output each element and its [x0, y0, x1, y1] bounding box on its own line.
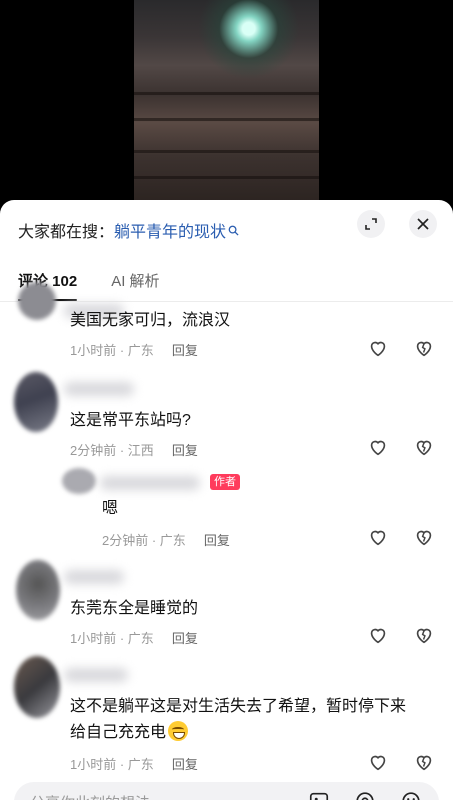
comment-time-location: 1小时前 · 广东 — [70, 757, 154, 772]
grin-emoji-icon — [168, 721, 189, 741]
heart-icon[interactable] — [367, 526, 389, 548]
comment-item: 这是常平东站吗? 2分钟前 · 江西 回复 — [0, 372, 453, 468]
close-icon — [417, 218, 429, 230]
avatar[interactable] — [14, 372, 58, 432]
reply-button[interactable]: 回复 — [204, 530, 230, 549]
broken-heart-icon[interactable] — [413, 751, 435, 773]
comment-text: 这不是躺平这是对生活失去了希望，暂时停下来 — [70, 698, 407, 715]
comment-time-location: 2分钟前 · 广东 — [102, 533, 186, 548]
comment-time: 1小时前 — [70, 631, 117, 646]
comment-location: 广东 — [127, 343, 154, 358]
comment-text: 这是常平东站吗? — [70, 412, 191, 429]
broken-heart-icon[interactable] — [413, 436, 435, 458]
broken-heart-icon[interactable] — [413, 337, 435, 359]
comment-meta: 2分钟前 · 广东 回复 — [102, 530, 230, 549]
search-term[interactable]: 躺平青年的现状 — [114, 218, 226, 242]
comment-text: 嗯 — [102, 500, 119, 517]
username-blurred[interactable] — [64, 570, 124, 584]
username-blurred[interactable] — [64, 382, 134, 396]
comment-time-location: 2分钟前 · 江西 — [70, 443, 154, 458]
search-prefix: 大家都在搜： — [18, 224, 115, 241]
reply-button[interactable]: 回复 — [172, 440, 198, 459]
comment-location: 江西 — [127, 443, 154, 458]
comment-input-placeholder[interactable]: 分享你此刻的想法 — [30, 792, 150, 800]
comment-location: 广东 — [127, 631, 154, 646]
comment-list[interactable]: 美国无家可归，流浪汉 1小时前 · 广东 回复 这是常平东站吗? 2分钟前 · … — [0, 282, 453, 800]
comment-time: 1小时前 — [70, 757, 117, 772]
reply-button[interactable]: 回复 — [172, 628, 198, 647]
avatar[interactable] — [18, 282, 56, 320]
comment-text-cont: 给自己充充电 — [70, 724, 167, 741]
comment-meta: 2分钟前 · 江西 回复 — [70, 440, 198, 459]
comment-time: 2分钟前 — [102, 533, 149, 548]
comment-item: 东莞东全是睡觉的 1小时前 · 广东 回复 — [0, 560, 453, 656]
tab-ai-analysis[interactable]: AI 解析 — [111, 270, 159, 301]
avatar[interactable] — [14, 656, 60, 718]
comment-meta: 1小时前 · 广东 回复 — [70, 754, 198, 773]
video-frame[interactable] — [134, 0, 319, 205]
comment-text: 美国无家可归，流浪汉 — [70, 312, 231, 329]
heart-icon[interactable] — [367, 624, 389, 646]
close-button[interactable] — [409, 210, 437, 238]
comment-time-location: 1小时前 · 广东 — [70, 631, 154, 646]
comment-location: 广东 — [127, 757, 154, 772]
heart-icon[interactable] — [367, 337, 389, 359]
image-icon[interactable] — [308, 790, 330, 800]
heart-icon[interactable] — [367, 436, 389, 458]
at-icon[interactable] — [354, 790, 376, 800]
comment-time: 1小时前 — [70, 343, 117, 358]
heart-icon[interactable] — [367, 751, 389, 773]
comment-meta: 1小时前 · 广东 回复 — [70, 628, 198, 647]
author-badge: 作者 — [210, 474, 240, 490]
broken-heart-icon[interactable] — [413, 624, 435, 646]
comment-time-location: 1小时前 · 广东 — [70, 343, 154, 358]
comment-item: 这不是躺平这是对生活失去了希望，暂时停下来 给自己充充电 1小时前 · 广东 回… — [0, 656, 453, 780]
reply-button[interactable]: 回复 — [172, 754, 198, 773]
comment-meta: 1小时前 · 广东 回复 — [70, 340, 198, 359]
expand-button[interactable] — [357, 210, 385, 238]
comment-input-bar[interactable]: 分享你此刻的想法 — [14, 782, 439, 800]
expand-icon — [365, 218, 377, 230]
comment-text-line2: 给自己充充电 — [70, 720, 189, 746]
comment-sheet: 大家都在搜： 躺平青年的现状 评论 102 AI 解析 美国无家可归，流浪汉 1 — [0, 200, 453, 800]
reply-button[interactable]: 回复 — [172, 340, 198, 359]
comment-location: 广东 — [159, 533, 186, 548]
comment-text: 东莞东全是睡觉的 — [70, 600, 199, 617]
avatar[interactable] — [62, 468, 96, 494]
username-blurred[interactable] — [64, 668, 128, 682]
emoji-icon[interactable] — [400, 790, 422, 800]
username-blurred[interactable] — [100, 476, 200, 490]
reply-item: 作者 嗯 2分钟前 · 广东 回复 — [0, 468, 453, 560]
search-icon — [228, 225, 239, 236]
comment-item: 美国无家可归，流浪汉 1小时前 · 广东 回复 — [0, 282, 453, 366]
broken-heart-icon[interactable] — [413, 526, 435, 548]
comment-time: 2分钟前 — [70, 443, 117, 458]
avatar[interactable] — [16, 560, 60, 620]
video-area[interactable] — [0, 0, 453, 210]
search-suggestion[interactable]: 大家都在搜： 躺平青年的现状 — [18, 218, 239, 242]
